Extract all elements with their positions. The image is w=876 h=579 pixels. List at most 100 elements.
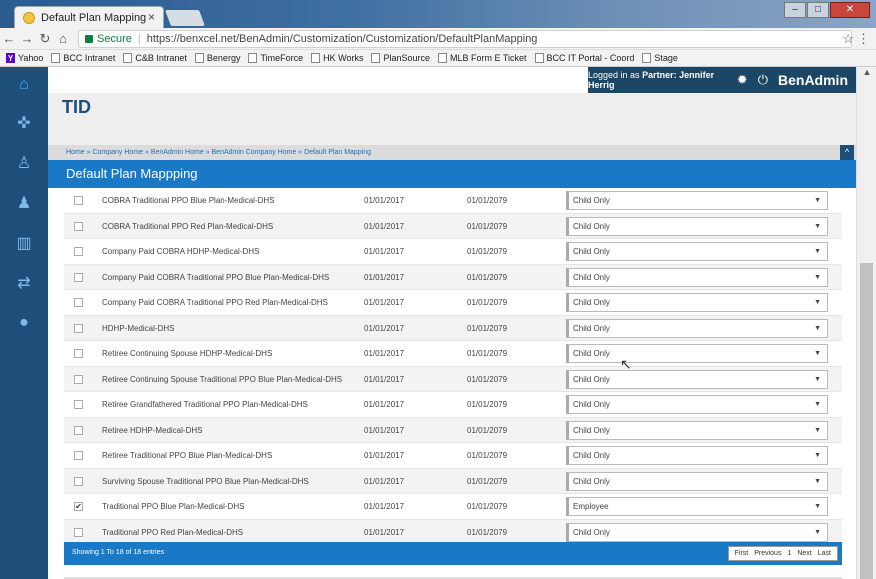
row-checkbox[interactable] [74, 374, 83, 384]
row-checkbox[interactable] [74, 425, 83, 435]
sidebar-customization[interactable]: ✜ [0, 103, 48, 143]
reload-icon[interactable]: ↻ [36, 31, 54, 47]
table-row: Retiree HDHP-Medical-DHS 01/01/2017 01/01/… [64, 417, 842, 443]
end-date: 01/01/2079 [467, 502, 508, 511]
end-date: 01/01/2079 [467, 374, 508, 384]
row-checkbox[interactable] [74, 476, 83, 486]
row-checkbox[interactable] [74, 323, 83, 333]
coverage-select[interactable]: Child Only ▼ [566, 318, 828, 338]
page-icon [311, 53, 321, 63]
end-date: 01/01/2079 [467, 400, 508, 409]
start-date: 01/01/2017 [364, 425, 405, 435]
menu-icon[interactable]: ⋮ [857, 31, 870, 47]
coverage-select[interactable]: Child Only ▼ [566, 522, 828, 542]
home-browser-icon[interactable]: ⌂ [54, 31, 72, 46]
row-checkbox[interactable] [74, 527, 83, 537]
puzzle-icon: ✜ [17, 115, 31, 132]
window-controls: – □ ✕ [783, 2, 870, 18]
pager-page[interactable]: 1 [787, 550, 791, 557]
end-date: 01/01/2079 [467, 527, 508, 537]
sidebar-add-user[interactable]: ♙ [0, 143, 48, 183]
bookmark-star-icon[interactable]: ☆ [842, 31, 854, 47]
coverage-select[interactable]: Child Only ▼ [566, 471, 828, 491]
url-input[interactable]: Secure | https://benxcel.net/BenAdmin/Cu… [78, 30, 852, 48]
bookmark-bcc-it-portal[interactable]: BCC IT Portal - Coord [534, 53, 634, 63]
pager-previous[interactable]: Previous [754, 550, 781, 557]
coverage-select[interactable]: Child Only ▼ [566, 344, 828, 363]
table-row: Company Paid COBRA HDHP-Medical-DHS 01/01… [64, 239, 842, 265]
bookmark-cb-intranet[interactable]: C&B Intranet [123, 53, 187, 63]
company-logo: TID [62, 97, 91, 117]
browser-tab[interactable]: Default Plan Mapping × [14, 6, 164, 28]
row-checkbox[interactable] [74, 298, 83, 307]
coverage-select[interactable]: Child Only ▼ [566, 293, 828, 312]
bookmark-stage[interactable]: Stage [642, 53, 678, 63]
pager-last[interactable]: Last [818, 550, 831, 557]
row-checkbox[interactable] [74, 451, 83, 460]
entries-info: Showing 1 To 18 of 18 entries [72, 549, 165, 556]
start-date: 01/01/2017 [364, 476, 405, 486]
row-checkbox[interactable] [74, 247, 83, 256]
coverage-value: Child Only [573, 349, 610, 358]
page-scrollbar[interactable]: ▲ [856, 67, 876, 579]
bookmark-timeforce[interactable]: TimeForce [248, 53, 303, 63]
start-date: 01/01/2017 [364, 323, 405, 333]
pager-next[interactable]: Next [797, 550, 811, 557]
coverage-select[interactable]: Child Only ▼ [566, 446, 828, 465]
back-icon[interactable]: ← [0, 31, 18, 46]
breadcrumb-text[interactable]: Home » Company Home » BenAdmin Home » Be… [66, 149, 371, 156]
coverage-value: Child Only [573, 298, 610, 307]
sidebar-home[interactable]: ⌂ [0, 67, 48, 103]
row-checkbox[interactable] [74, 196, 83, 205]
plan-name: COBRA Traditional PPO Blue Plan-Medical-… [102, 196, 275, 205]
dropdown-arrow-icon: ▼ [814, 299, 821, 306]
row-checkbox[interactable] [74, 400, 83, 409]
bookmark-yahoo[interactable]: Y Yahoo [6, 53, 43, 63]
coverage-select[interactable]: Child Only ▼ [566, 191, 828, 210]
sidebar-user[interactable]: ♟ [0, 183, 48, 223]
coverage-select[interactable]: Child Only ▼ [566, 267, 828, 287]
maximize-icon[interactable]: □ [807, 2, 829, 18]
tab-title: Default Plan Mapping [41, 11, 147, 24]
tab-close-icon[interactable]: × [148, 10, 155, 24]
bookmark-hk-works[interactable]: HK Works [311, 53, 363, 63]
bookmark-plansource[interactable]: PlanSource [371, 53, 430, 63]
sidebar-transfer[interactable]: ⇄ [0, 263, 48, 303]
pager-first[interactable]: First [735, 550, 749, 557]
coverage-select[interactable]: Child Only ▼ [566, 216, 828, 236]
power-icon[interactable]: ⏻ [758, 72, 768, 88]
forward-icon[interactable]: → [18, 31, 36, 46]
settings-icon[interactable]: ✹ [737, 72, 748, 88]
coverage-select[interactable]: Child Only ▼ [566, 395, 828, 414]
plan-name: Traditional PPO Blue Plan-Medical-DHS [102, 502, 245, 511]
scroll-thumb[interactable] [860, 263, 873, 579]
coverage-value: Child Only [573, 425, 610, 435]
dropdown-arrow-icon: ▼ [814, 477, 821, 485]
dropdown-arrow-icon: ▼ [814, 528, 821, 536]
new-tab-button[interactable] [165, 10, 205, 26]
sidebar-reports[interactable]: ▥ [0, 223, 48, 263]
minimize-icon[interactable]: – [784, 2, 806, 18]
row-checkbox[interactable] [74, 272, 83, 282]
chevron-up-icon[interactable]: ^ [840, 145, 854, 160]
row-checkbox[interactable] [74, 349, 83, 358]
table-footer: Showing 1 To 18 of 18 entries First Prev… [64, 542, 842, 565]
table-row: COBRA Traditional PPO Blue Plan-Medical-… [64, 188, 842, 214]
coverage-select[interactable]: Child Only ▼ [566, 242, 828, 261]
coverage-select[interactable]: Employee ▼ [566, 497, 828, 516]
table-row: ✔ Traditional PPO Blue Plan-Medical-DHS 01… [64, 494, 842, 520]
sidebar-chat[interactable]: ● [0, 303, 48, 343]
row-checkbox[interactable]: ✔ [74, 502, 83, 511]
row-checkbox[interactable] [74, 221, 83, 231]
coverage-select[interactable]: Child Only ▼ [566, 420, 828, 440]
bookmark-mlb-form[interactable]: MLB Form E Ticket [438, 53, 527, 63]
end-date: 01/01/2079 [467, 247, 508, 256]
bookmark-benergy[interactable]: Benergy [194, 53, 240, 63]
close-window-icon[interactable]: ✕ [830, 2, 870, 18]
bar-chart-icon: ▥ [16, 235, 32, 252]
coverage-select[interactable]: Child Only ▼ [566, 369, 828, 389]
plan-name: Retiree HDHP-Medical-DHS [102, 425, 203, 435]
scroll-up-icon[interactable]: ▲ [857, 67, 876, 81]
page-icon [438, 53, 447, 63]
bookmark-bcc-intranet[interactable]: BCC Intranet [51, 53, 115, 63]
